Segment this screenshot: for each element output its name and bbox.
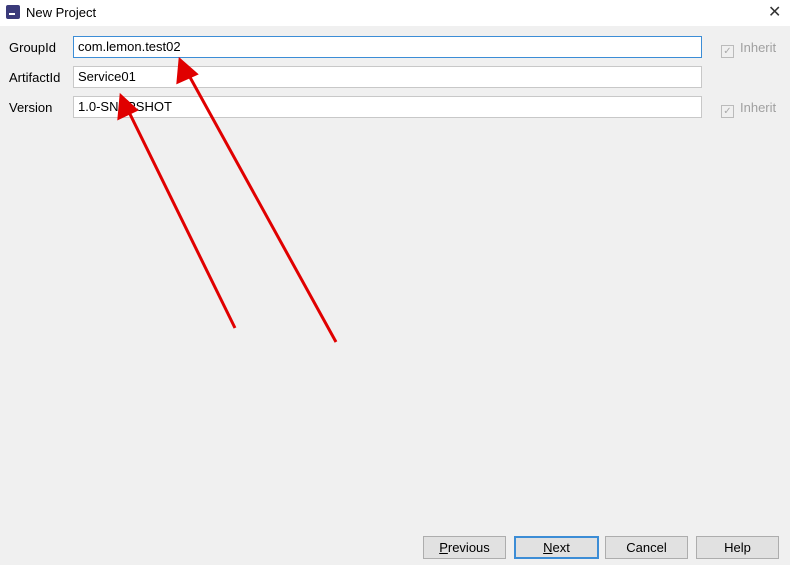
cancel-button[interactable]: Cancel xyxy=(605,536,688,559)
arrowhead xyxy=(117,92,139,121)
arrowhead xyxy=(176,56,199,85)
annotation-arrows xyxy=(117,56,338,343)
next-button[interactable]: Next xyxy=(514,536,599,559)
arrow-to-groupid xyxy=(184,69,338,343)
previous-button[interactable]: Previous xyxy=(423,536,506,559)
arrow-to-artifactid xyxy=(125,107,237,329)
help-button[interactable]: Help xyxy=(696,536,779,559)
